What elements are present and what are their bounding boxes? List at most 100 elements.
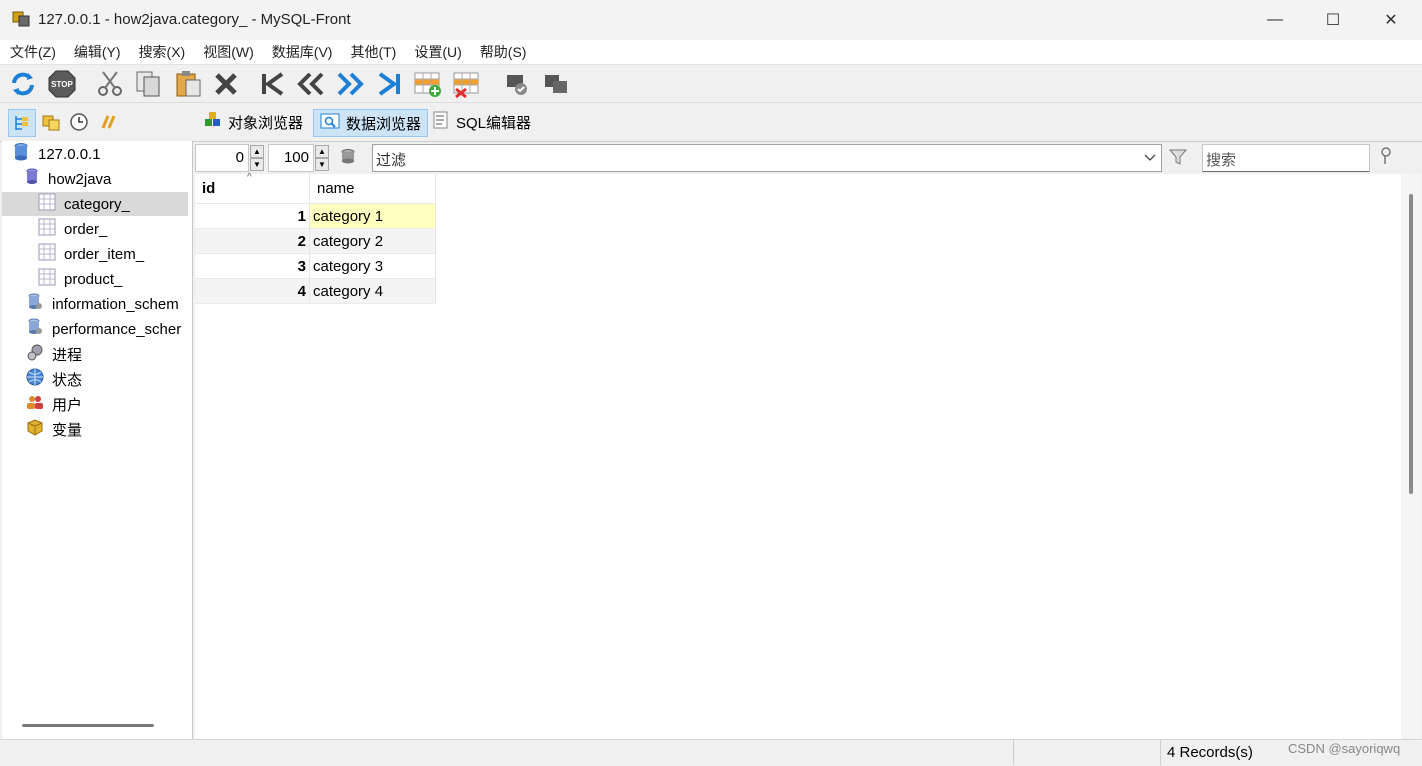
cell-name[interactable]: category 4 — [310, 279, 436, 304]
table-icon — [38, 193, 56, 215]
tree-node-schema-label: information_schem — [52, 295, 179, 313]
limit-down-icon[interactable]: ▼ — [315, 158, 329, 171]
tree-node-table-order[interactable]: order_ — [38, 217, 107, 241]
tree-node-schema-label: performance_scher — [52, 320, 182, 338]
filter-icon[interactable] — [1168, 147, 1188, 170]
table-icon — [38, 243, 56, 265]
status-icon — [26, 368, 44, 390]
tree-node-variables[interactable]: 变量 — [26, 417, 82, 441]
tree-node-table-label: order_ — [64, 220, 108, 238]
cell-name[interactable]: category 2 — [310, 229, 436, 254]
search-input[interactable]: 搜索 — [1206, 149, 1236, 170]
delete-icon[interactable] — [210, 68, 242, 100]
limit-toggle-icon[interactable] — [338, 147, 358, 170]
system-database-icon — [26, 293, 44, 315]
offset-up-icon[interactable]: ▲ — [250, 145, 264, 158]
tree-node-status-label: 状态 — [52, 371, 83, 389]
navigator-tree: 127.0.0.1 how2java category_ order_ orde… — [2, 141, 193, 739]
tab-object-browser-label: 对象浏览器 — [228, 114, 304, 132]
tree-node-users[interactable]: 用户 — [26, 392, 82, 416]
column-header-id[interactable]: id — [195, 174, 310, 204]
tree-node-table-order-item[interactable]: order_item_ — [38, 242, 144, 266]
tab-sql-editor-label: SQL编辑器 — [456, 114, 532, 132]
tree-node-table-label: order_item_ — [64, 245, 145, 263]
maximize-button[interactable]: ☐ — [1304, 0, 1362, 40]
menu-view[interactable]: 视图(W) — [195, 42, 262, 62]
bookmarks-icon[interactable] — [38, 109, 64, 135]
tree-node-schema-information[interactable]: information_schem — [26, 292, 179, 316]
tab-sql-editor[interactable]: SQL编辑器 — [426, 109, 537, 135]
cell-id[interactable]: 3 — [195, 254, 310, 279]
tab-object-browser[interactable]: 对象浏览器 — [198, 109, 309, 135]
tree-horizontal-scrollbar[interactable] — [22, 724, 154, 727]
offset-down-icon[interactable]: ▼ — [250, 158, 264, 171]
tree-node-table-label: product_ — [64, 270, 123, 288]
menu-database[interactable]: 数据库(V) — [264, 42, 341, 62]
tree-node-processes-label: 进程 — [52, 346, 83, 364]
menu-search[interactable]: 搜索(X) — [131, 42, 194, 62]
limit-up-icon[interactable]: ▲ — [315, 145, 329, 158]
tree-node-table-label: category_ — [64, 195, 130, 213]
object-browser-icon — [204, 111, 222, 133]
data-browser-icon — [320, 112, 340, 134]
refresh-icon[interactable] — [7, 68, 39, 100]
tree-node-database[interactable]: how2java — [24, 167, 111, 191]
tree-node-server[interactable]: 127.0.0.1 — [12, 142, 101, 166]
minimize-button[interactable]: — — [1246, 0, 1304, 40]
next-icon[interactable] — [334, 68, 366, 100]
history-icon[interactable] — [66, 109, 92, 135]
status-divider — [1160, 740, 1161, 765]
close-button[interactable]: ✕ — [1362, 0, 1420, 40]
cell-id[interactable]: 2 — [195, 229, 310, 254]
database-icon — [24, 168, 40, 190]
system-database-icon — [26, 318, 44, 340]
tree-node-processes[interactable]: 进程 — [26, 342, 82, 366]
cell-id[interactable]: 1 — [195, 204, 310, 229]
users-icon — [26, 393, 44, 415]
prior-icon[interactable] — [295, 68, 327, 100]
menu-file[interactable]: 文件(Z) — [2, 42, 64, 62]
cancel-icon[interactable] — [540, 68, 572, 100]
copy-icon[interactable] — [132, 68, 164, 100]
tree-node-database-label: how2java — [48, 170, 112, 188]
sql-history-icon[interactable] — [96, 109, 122, 135]
menu-other[interactable]: 其他(T) — [342, 42, 404, 62]
insert-record-icon[interactable] — [412, 68, 444, 100]
cell-name-selected[interactable]: category 1 — [310, 204, 436, 229]
menu-settings[interactable]: 设置(U) — [406, 42, 469, 62]
tree-node-schema-performance[interactable]: performance_scher — [26, 317, 181, 341]
tree-node-status[interactable]: 状态 — [26, 367, 82, 391]
processes-icon — [26, 343, 44, 365]
paste-icon[interactable] — [172, 68, 204, 100]
last-icon[interactable] — [374, 68, 406, 100]
navigator-icon[interactable] — [8, 109, 36, 137]
grid-scrollbar-thumb[interactable] — [1409, 194, 1413, 494]
tree-node-table-category[interactable]: category_ — [2, 192, 188, 216]
record-count: 4 Records(s) — [1167, 744, 1253, 761]
variables-icon — [26, 418, 44, 440]
chevron-down-icon[interactable] — [1143, 150, 1157, 167]
window-title: 127.0.0.1 - how2java.category_ - MySQL-F… — [38, 11, 351, 28]
delete-record-icon[interactable] — [451, 68, 483, 100]
limit-input[interactable]: 100 — [268, 144, 314, 172]
tab-data-browser-label: 数据浏览器 — [346, 115, 422, 133]
main-toolbar: STOP — [0, 64, 1422, 103]
first-icon[interactable] — [256, 68, 288, 100]
cell-name[interactable]: category 3 — [310, 254, 436, 279]
tree-node-table-product[interactable]: product_ — [38, 267, 122, 291]
filter-input[interactable]: 过滤 — [376, 149, 406, 170]
menu-bar: 文件(Z) 编辑(Y) 搜索(X) 视图(W) 数据库(V) 其他(T) 设置(… — [0, 40, 1422, 64]
column-header-name[interactable]: name — [310, 174, 436, 204]
offset-input[interactable]: 0 — [195, 144, 249, 172]
table-icon — [38, 268, 56, 290]
filter-combobox[interactable] — [372, 144, 1162, 172]
search-options-icon[interactable] — [1378, 146, 1394, 169]
menu-edit[interactable]: 编辑(Y) — [66, 42, 129, 62]
sql-editor-icon — [432, 111, 450, 133]
stop-icon[interactable]: STOP — [46, 68, 78, 100]
tab-data-browser[interactable]: 数据浏览器 — [313, 109, 429, 137]
cut-icon[interactable] — [94, 68, 126, 100]
post-icon[interactable] — [500, 68, 532, 100]
cell-id[interactable]: 4 — [195, 279, 310, 304]
menu-help[interactable]: 帮助(S) — [472, 42, 535, 62]
